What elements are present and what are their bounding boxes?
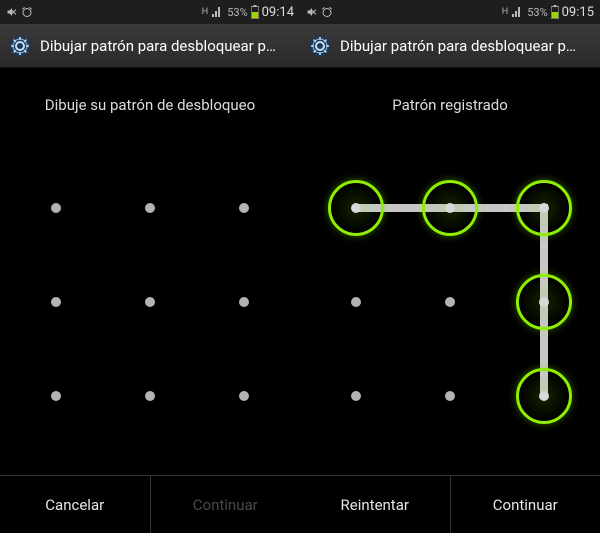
pattern-grid[interactable] bbox=[320, 172, 580, 432]
pattern-node-7[interactable] bbox=[422, 368, 478, 424]
status-bar: H 53% 09:14 bbox=[0, 0, 300, 24]
continue-button[interactable]: Continuar bbox=[451, 476, 600, 533]
pattern-node-7[interactable] bbox=[122, 368, 178, 424]
pattern-grid[interactable] bbox=[20, 172, 280, 432]
mute-icon bbox=[306, 6, 318, 18]
mute-icon bbox=[6, 6, 18, 18]
button-row: Reintentar Continuar bbox=[300, 475, 600, 533]
pattern-node-2[interactable] bbox=[516, 180, 572, 236]
pattern-node-1[interactable] bbox=[122, 180, 178, 236]
prompt-text: Patrón registrado bbox=[300, 68, 600, 128]
pattern-node-3[interactable] bbox=[328, 274, 384, 330]
alarm-icon bbox=[321, 6, 333, 18]
clock-text: 09:15 bbox=[562, 5, 594, 20]
data-icon: H bbox=[502, 7, 507, 17]
signal-icon bbox=[510, 6, 524, 18]
button-row: Cancelar Continuar bbox=[0, 475, 300, 533]
pattern-area[interactable] bbox=[300, 128, 600, 475]
pattern-node-1[interactable] bbox=[422, 180, 478, 236]
pattern-area[interactable] bbox=[0, 128, 300, 475]
pattern-node-5[interactable] bbox=[516, 274, 572, 330]
pattern-node-4[interactable] bbox=[122, 274, 178, 330]
pattern-node-3[interactable] bbox=[28, 274, 84, 330]
pattern-node-6[interactable] bbox=[328, 368, 384, 424]
page-title: Dibujar patrón para desbloquear p… bbox=[40, 37, 276, 55]
pattern-node-5[interactable] bbox=[216, 274, 272, 330]
pattern-node-8[interactable] bbox=[216, 368, 272, 424]
battery-percent: 53% bbox=[527, 6, 547, 19]
battery-icon bbox=[251, 5, 259, 19]
cancel-button[interactable]: Cancelar bbox=[0, 476, 151, 533]
prompt-text: Dibuje su patrón de desbloqueo bbox=[0, 68, 300, 128]
pattern-node-6[interactable] bbox=[28, 368, 84, 424]
battery-percent: 53% bbox=[227, 6, 247, 19]
continue-button: Continuar bbox=[151, 476, 301, 533]
alarm-icon bbox=[21, 6, 33, 18]
pattern-node-2[interactable] bbox=[216, 180, 272, 236]
screen-pattern-registered: H 53% 09:15 Dibujar patrón para desbloqu… bbox=[300, 0, 600, 533]
status-bar: H 53% 09:15 bbox=[300, 0, 600, 24]
title-bar: Dibujar patrón para desbloquear p… bbox=[0, 24, 300, 68]
signal-icon bbox=[210, 6, 224, 18]
title-bar: Dibujar patrón para desbloquear p… bbox=[300, 24, 600, 68]
data-icon: H bbox=[202, 7, 207, 17]
screen-draw-pattern: H 53% 09:14 Dibujar patrón para desbloqu… bbox=[0, 0, 300, 533]
clock-text: 09:14 bbox=[262, 5, 294, 20]
settings-gear-icon bbox=[308, 34, 332, 58]
pattern-node-0[interactable] bbox=[328, 180, 384, 236]
pattern-node-4[interactable] bbox=[422, 274, 478, 330]
page-title: Dibujar patrón para desbloquear p… bbox=[340, 37, 576, 55]
pattern-node-8[interactable] bbox=[516, 368, 572, 424]
battery-icon bbox=[551, 5, 559, 19]
settings-gear-icon bbox=[8, 34, 32, 58]
retry-button[interactable]: Reintentar bbox=[300, 476, 451, 533]
pattern-node-0[interactable] bbox=[28, 180, 84, 236]
